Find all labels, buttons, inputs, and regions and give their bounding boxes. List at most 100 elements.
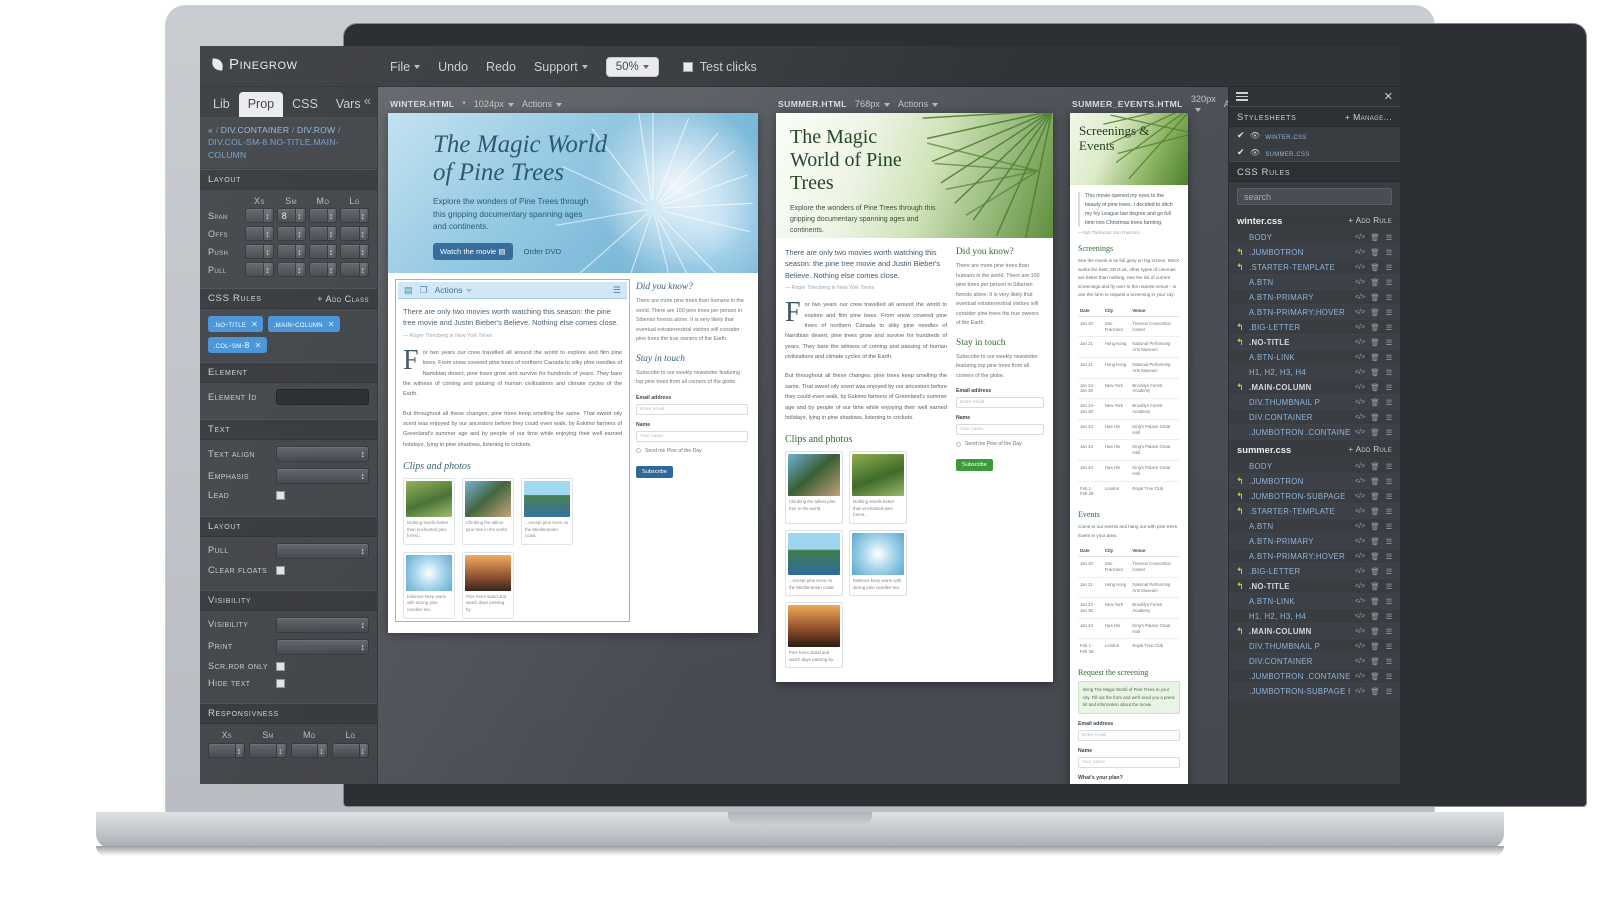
name-input[interactable]: Your name: [956, 424, 1044, 436]
thumbnail-item[interactable]: Eskimos keep warm with strong pine needl…: [849, 530, 907, 597]
delete-icon[interactable]: 🗑: [1370, 248, 1380, 257]
breadcrumb-current[interactable]: DIV.COL-SM-8.NO-TITLE.MAIN-COLUMN: [208, 137, 339, 159]
code-icon[interactable]: </>: [1354, 568, 1366, 575]
offs-xs-stepper[interactable]: [245, 226, 274, 242]
menu-icon[interactable]: ☰: [1384, 627, 1394, 636]
menu-undo[interactable]: Undo: [438, 60, 468, 74]
print-select[interactable]: [276, 638, 369, 655]
code-icon[interactable]: </>: [1354, 429, 1366, 436]
resp-mo-stepper[interactable]: [290, 742, 328, 758]
breadcrumb-row[interactable]: DIV.ROW: [297, 125, 335, 135]
breadcrumb-up-icon[interactable]: «: [208, 125, 213, 135]
add-rule-button[interactable]: + Add Rule: [1348, 445, 1392, 454]
page-width-select[interactable]: 320px: [1191, 94, 1216, 114]
menu-icon[interactable]: ☰: [1384, 552, 1394, 561]
menu-icon[interactable]: ☰: [1384, 383, 1394, 392]
delete-icon[interactable]: 🗑: [1370, 642, 1380, 651]
thumbnail-item[interactable]: ...except pine trees on the Mediteranian…: [785, 530, 843, 597]
pull-lg-stepper[interactable]: [340, 262, 369, 278]
offs-lg-stepper[interactable]: [340, 226, 369, 242]
span-xs-stepper[interactable]: [245, 208, 274, 224]
push-mo-stepper[interactable]: [308, 244, 338, 260]
menu-icon[interactable]: ☰: [1384, 582, 1394, 591]
span-sm-stepper[interactable]: 8: [276, 208, 306, 224]
email-input[interactable]: Enter email: [1078, 729, 1180, 741]
code-icon[interactable]: </>: [1354, 598, 1366, 605]
menu-icon[interactable]: ☰: [1384, 338, 1394, 347]
duplicate-icon[interactable]: ❐: [420, 285, 428, 296]
menu-icon[interactable]: ☰: [1384, 642, 1394, 651]
css-rule-row[interactable]: ↰ .MAIN-COLUMN </> 🗑 ☰: [1229, 380, 1400, 395]
page-actions-menu[interactable]: Actions: [522, 99, 562, 109]
thumbnail-item[interactable]: Climbing the tallest pine tree in the wo…: [785, 451, 843, 525]
css-rule-row[interactable]: ↰ .MAIN-COLUMN </> 🗑 ☰: [1229, 624, 1400, 639]
css-rule-row[interactable]: BODY </> 🗑 ☰: [1229, 230, 1400, 245]
css-rule-row[interactable]: ↰ .NO-TITLE </> 🗑 ☰: [1229, 579, 1400, 594]
check-icon[interactable]: ✔: [1237, 130, 1245, 141]
email-input[interactable]: Enter email: [956, 397, 1044, 409]
add-class-button[interactable]: + Add Class: [317, 294, 369, 304]
email-input[interactable]: Enter email: [636, 403, 748, 415]
menu-icon[interactable]: ☰: [1384, 293, 1394, 302]
css-rule-row[interactable]: A.BTN </> 🗑 ☰: [1229, 275, 1400, 290]
page-filename[interactable]: SUMMER_EVENTS.HTML: [1072, 99, 1183, 109]
text-align-select[interactable]: [276, 446, 369, 463]
eye-icon[interactable]: 👁: [1250, 131, 1260, 140]
resp-lg-stepper[interactable]: [331, 742, 369, 758]
menu-icon[interactable]: ☰: [1384, 537, 1394, 546]
css-rule-row[interactable]: ↰ .JUMBOTRON </> 🗑 ☰: [1229, 474, 1400, 489]
code-icon[interactable]: </>: [1354, 399, 1366, 406]
delete-icon[interactable]: 🗑: [1370, 582, 1380, 591]
element-id-input[interactable]: [276, 389, 369, 406]
remove-class-icon[interactable]: ✕: [255, 341, 262, 350]
collapse-panel-icon[interactable]: «: [364, 93, 371, 108]
delete-icon[interactable]: 🗑: [1370, 597, 1380, 606]
code-icon[interactable]: </>: [1354, 294, 1366, 301]
css-rule-row[interactable]: ↰ .BIG-LETTER </> 🗑 ☰: [1229, 320, 1400, 335]
design-canvas[interactable]: WINTER.HTML * 1024px Actions The Magic W…: [378, 87, 1228, 784]
lead-checkbox[interactable]: [276, 491, 285, 501]
thumbnail-item[interactable]: Pine trees stand and watch days passing …: [785, 602, 843, 669]
screen-reader-checkbox[interactable]: [276, 661, 285, 671]
css-rule-row[interactable]: DIV.THUMBNAIL P </> 🗑 ☰: [1229, 639, 1400, 654]
css-rule-row[interactable]: H1, H2, H3, H4 </> 🗑 ☰: [1229, 609, 1400, 624]
code-icon[interactable]: </>: [1354, 553, 1366, 560]
menu-icon[interactable]: ☰: [1384, 657, 1394, 666]
menu-icon[interactable]: ☰: [1384, 507, 1394, 516]
delete-icon[interactable]: 🗑: [1370, 567, 1380, 576]
menu-icon[interactable]: ☰: [1384, 428, 1394, 437]
push-sm-stepper[interactable]: [276, 244, 306, 260]
code-icon[interactable]: </>: [1354, 279, 1366, 286]
delete-icon[interactable]: 🗑: [1370, 413, 1380, 422]
menu-icon[interactable]: ☰: [1384, 413, 1394, 422]
delete-icon[interactable]: 🗑: [1370, 672, 1380, 681]
trash-icon[interactable]: ▤: [404, 285, 413, 296]
code-icon[interactable]: </>: [1354, 324, 1366, 331]
check-icon[interactable]: ✔: [1237, 147, 1245, 158]
subscribe-button[interactable]: Subscribe: [636, 465, 673, 478]
delete-icon[interactable]: 🗑: [1370, 323, 1380, 332]
delete-icon[interactable]: 🗑: [1370, 612, 1380, 621]
menu-icon[interactable]: ☰: [1384, 492, 1394, 501]
hide-text-checkbox[interactable]: [276, 678, 285, 688]
thumbnail-item[interactable]: Nothing smells better than enchanted pin…: [403, 478, 455, 545]
code-icon[interactable]: </>: [1354, 538, 1366, 545]
thumbnail-item[interactable]: Nothing smells better than enchanted pin…: [849, 451, 907, 525]
delete-icon[interactable]: 🗑: [1370, 398, 1380, 407]
thumbnail-item[interactable]: Climbing the tallest pine tree in the wo…: [462, 478, 514, 545]
code-icon[interactable]: </>: [1354, 234, 1366, 241]
delete-icon[interactable]: 🗑: [1370, 308, 1380, 317]
resp-sm-stepper[interactable]: [249, 742, 287, 758]
tab-lib[interactable]: Lib: [204, 92, 239, 117]
menu-icon[interactable]: ☰: [1384, 233, 1394, 242]
code-icon[interactable]: </>: [1354, 264, 1366, 271]
delete-icon[interactable]: 🗑: [1370, 477, 1380, 486]
stylesheet-row-summer[interactable]: ✔ 👁 summer.css: [1229, 144, 1400, 161]
delete-icon[interactable]: 🗑: [1370, 657, 1380, 666]
delete-icon[interactable]: 🗑: [1370, 627, 1380, 636]
resp-xs-stepper[interactable]: [208, 742, 246, 758]
menu-icon[interactable]: ☰: [1384, 477, 1394, 486]
breadcrumb[interactable]: « / DIV.CONTAINER / DIV.ROW / DIV.COL-SM…: [200, 117, 377, 170]
hamburger-icon[interactable]: ☰: [613, 285, 621, 296]
css-rule-row[interactable]: ↰ .BIG-LETTER </> 🗑 ☰: [1229, 564, 1400, 579]
